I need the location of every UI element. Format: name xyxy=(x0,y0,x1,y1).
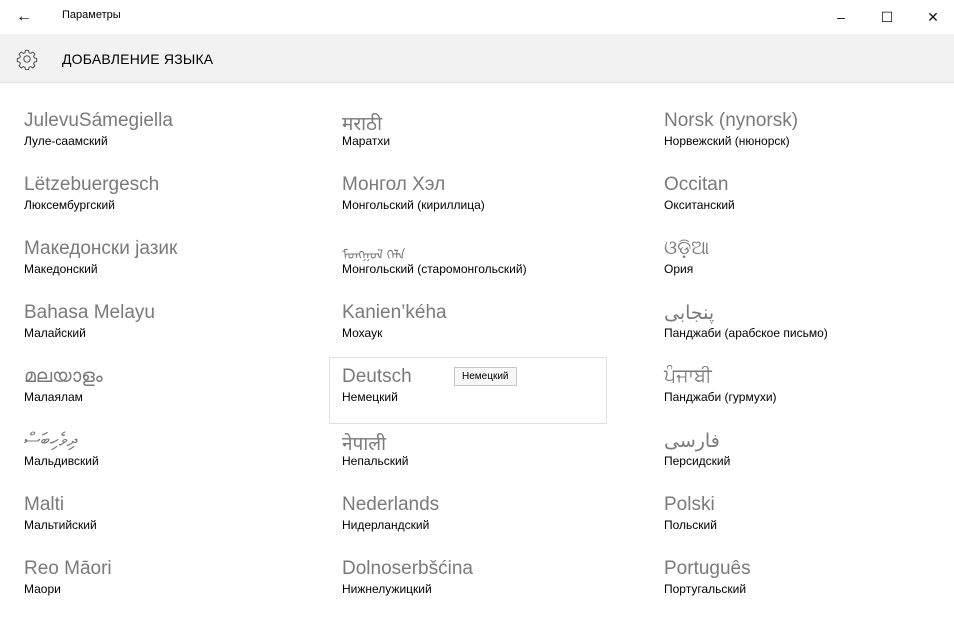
language-native-name: فارسی xyxy=(664,431,720,452)
language-russian-name: Мохаук xyxy=(342,326,383,340)
language-russian-name: Луле-саамский xyxy=(24,134,108,148)
language-russian-name: Польский xyxy=(664,518,717,532)
language-item-focused[interactable]: Deutsch Немецкий Немецкий xyxy=(329,357,622,430)
language-item[interactable]: Norsk (nynorsk) Норвежский (нюнорск) xyxy=(664,110,944,174)
page-header: ДОБАВЛЕНИЕ ЯЗЫКА xyxy=(0,34,954,83)
language-item[interactable]: മലയാളം Малаялам xyxy=(24,366,304,430)
language-native-name: Português xyxy=(664,558,751,579)
language-native-name: മലയാളം xyxy=(24,366,103,387)
language-native-name: Dolnoserbšćina xyxy=(342,558,473,579)
language-russian-name: Монгольский (старомонгольский) xyxy=(342,262,527,276)
language-item[interactable]: Македонски јазик Македонский xyxy=(24,238,304,302)
language-item[interactable]: Occitan Окситанский xyxy=(664,174,944,238)
language-grid: JulevuSámegiella Луле-саамский Lëtzebuer… xyxy=(0,82,954,611)
language-item[interactable]: ᠮᠣᠩᠭᠣᠯ ᠬᠡᠯᠡ Монгольский (старомонгольски… xyxy=(342,238,622,302)
back-button[interactable]: ← xyxy=(12,6,36,28)
language-native-name: Kanien’kéha xyxy=(342,302,447,323)
language-item[interactable]: Монгол Хэл Монгольский (кириллица) xyxy=(342,174,622,238)
language-native-name: मराठी xyxy=(342,114,383,135)
language-item[interactable]: JulevuSámegiella Луле-саамский xyxy=(24,110,304,174)
language-russian-name: Окситанский xyxy=(664,198,735,212)
language-russian-name: Панджаби (арабское письмо) xyxy=(664,326,828,340)
language-item[interactable]: پنجابی Панджаби (арабское письмо) xyxy=(664,302,944,366)
language-item[interactable]: नेपाली Непальский xyxy=(342,430,622,494)
language-native-name: Lëtzebuergesch xyxy=(24,174,160,195)
language-russian-name: Монгольский (кириллица) xyxy=(342,198,485,212)
language-russian-name: Македонский xyxy=(24,262,98,276)
language-russian-name: Малайский xyxy=(24,326,86,340)
language-russian-name: Португальский xyxy=(664,582,747,596)
language-native-name: Occitan xyxy=(664,174,729,195)
language-item[interactable]: ދިވެހިބަސް Мальдивский xyxy=(24,430,304,494)
language-russian-name: Персидский xyxy=(664,454,731,468)
language-native-name: Bahasa Melayu xyxy=(24,302,155,323)
language-russian-name: Маори xyxy=(24,582,61,596)
minimize-button[interactable]: – xyxy=(818,0,864,34)
language-russian-name: Непальский xyxy=(342,454,409,468)
language-russian-name: Немецкий xyxy=(342,390,398,404)
language-native-name: ਪੰਜਾਬੀ xyxy=(664,366,712,387)
app-title: Параметры xyxy=(62,9,121,21)
language-item[interactable]: ଓଡ଼ିଆ Ория xyxy=(664,238,944,302)
language-russian-name: Нидерландский xyxy=(342,518,430,532)
language-russian-name: Панджаби (гурмухи) xyxy=(664,390,777,404)
language-native-name: ދިވެހިބަސް xyxy=(24,430,78,451)
language-russian-name: Мальдивский xyxy=(24,454,99,468)
language-russian-name: Нижнелужицкий xyxy=(342,582,432,596)
language-russian-name: Норвежский (нюнорск) xyxy=(664,134,790,148)
language-item[interactable]: Dolnoserbšćina Нижнелужицкий xyxy=(342,558,622,622)
language-native-name: Deutsch xyxy=(342,366,412,387)
tooltip: Немецкий xyxy=(454,367,517,386)
language-item[interactable]: Lëtzebuergesch Люксембургский xyxy=(24,174,304,238)
language-item[interactable]: ਪੰਜਾਬੀ Панджаби (гурмухи) xyxy=(664,366,944,430)
language-native-name: Македонски јазик xyxy=(24,238,178,259)
language-native-name: JulevuSámegiella xyxy=(24,110,173,131)
language-russian-name: Ория xyxy=(664,262,694,276)
language-native-name: नेपाली xyxy=(342,434,387,455)
language-item[interactable]: Polski Польский xyxy=(664,494,944,558)
language-russian-name: Маратхи xyxy=(342,134,391,148)
maximize-button[interactable]: ☐ xyxy=(864,0,910,34)
language-item[interactable]: मराठी Маратхи xyxy=(342,110,622,174)
gear-icon xyxy=(16,49,38,70)
language-russian-name: Люксембургский xyxy=(24,198,115,212)
language-native-name: Nederlands xyxy=(342,494,440,515)
language-native-name: Reo Māori xyxy=(24,558,112,579)
language-item[interactable]: Reo Māori Маори xyxy=(24,558,304,622)
language-native-name: Polski xyxy=(664,494,715,515)
title-bar: ← Параметры – ☐ ✕ xyxy=(0,0,954,34)
language-item[interactable]: فارسی Персидский xyxy=(664,430,944,494)
language-item[interactable]: Bahasa Melayu Малайский xyxy=(24,302,304,366)
language-item[interactable]: Português Португальский xyxy=(664,558,944,622)
language-russian-name: Малаялам xyxy=(24,390,83,404)
language-native-name: Монгол Хэл xyxy=(342,174,446,195)
language-item[interactable]: Nederlands Нидерландский xyxy=(342,494,622,558)
language-native-name: پنجابی xyxy=(664,303,715,324)
language-native-name: Malti xyxy=(24,494,65,515)
language-native-name: Norsk (nynorsk) xyxy=(664,110,799,131)
language-item[interactable]: Malti Мальтийский xyxy=(24,494,304,558)
page-title: ДОБАВЛЕНИЕ ЯЗЫКА xyxy=(62,51,214,67)
language-russian-name: Мальтийский xyxy=(24,518,97,532)
language-native-name: ଓଡ଼ିଆ xyxy=(664,238,710,259)
close-button[interactable]: ✕ xyxy=(910,0,954,34)
language-native-name: ᠮᠣᠩᠭᠣᠯ ᠬᠡᠯᠡ xyxy=(342,247,406,262)
